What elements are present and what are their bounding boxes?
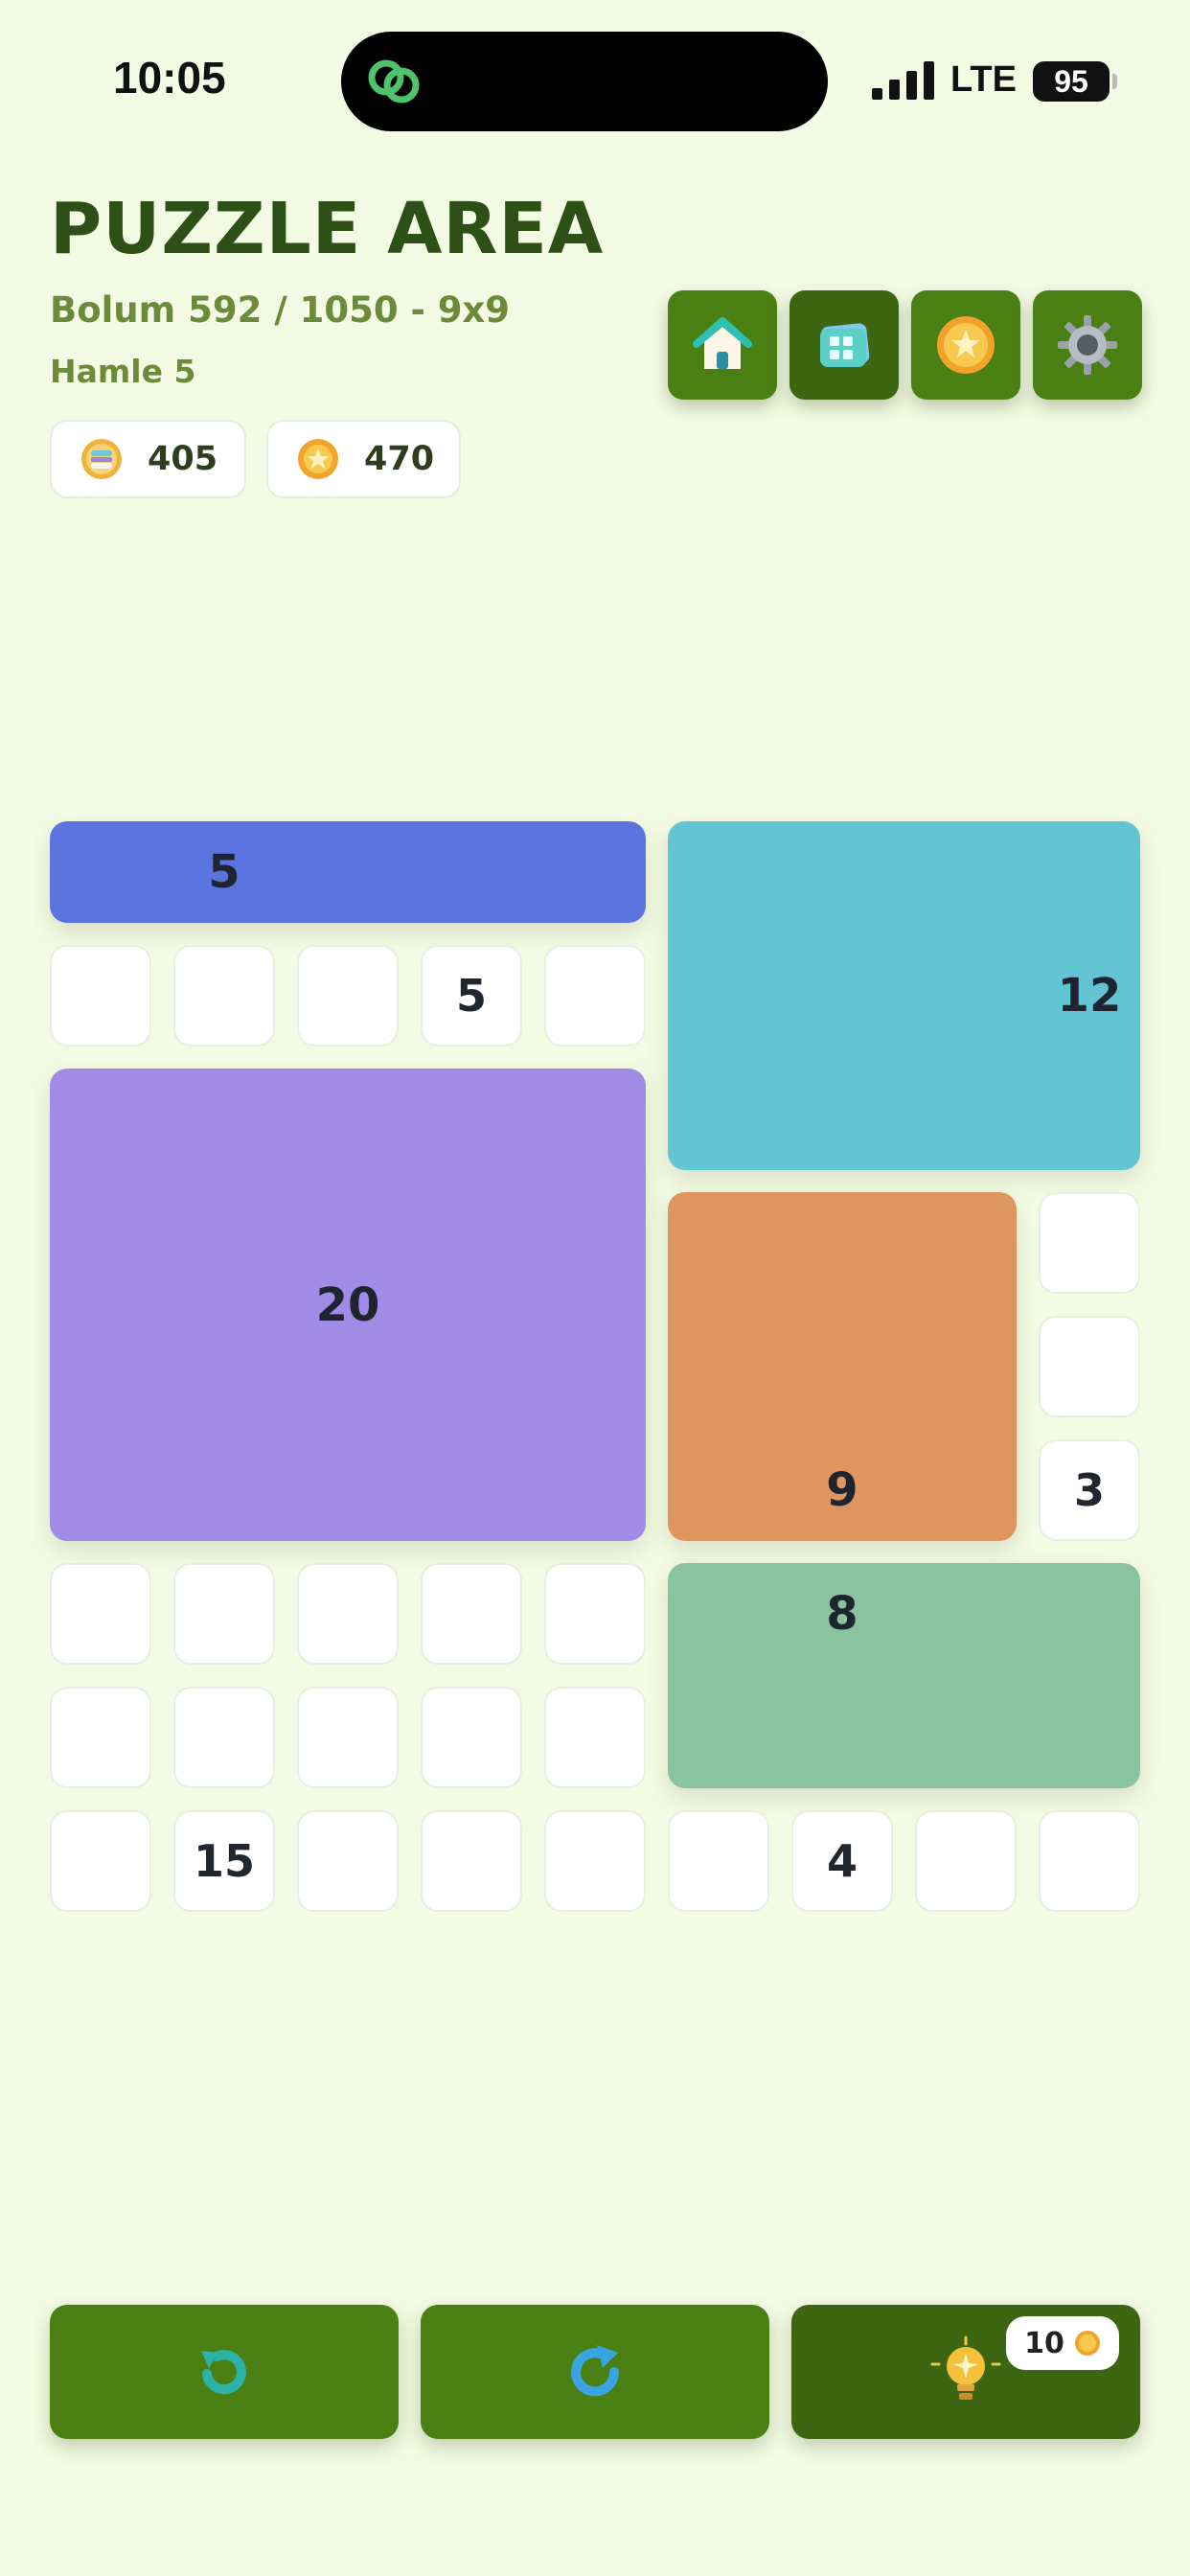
region-block[interactable]: 12 [668,821,1140,1170]
signal-icon [872,61,934,100]
network-type: LTE [950,59,1017,100]
gem-balance: 405 [50,420,246,498]
grid-cell[interactable] [421,1687,522,1788]
status-time: 10:05 [113,53,226,103]
grid-cell[interactable] [544,1810,646,1912]
level-grid-icon [820,323,870,367]
region-block-label: 12 [1057,969,1122,1023]
hint-button[interactable]: 10 [791,2305,1140,2439]
grid-cell[interactable] [544,945,646,1046]
region-block-label: 8 [826,1587,858,1641]
grid-cell[interactable] [1039,1810,1140,1912]
settings-button[interactable] [1033,290,1142,400]
region-block-label: 5 [208,845,240,899]
grid-cell[interactable] [50,945,151,1046]
hint-cost-badge: 10 [1006,2316,1119,2370]
restart-icon [571,2345,620,2397]
grid-cell[interactable] [297,945,399,1046]
grid-cell[interactable] [668,1810,769,1912]
clue-cell[interactable]: 15 [173,1810,275,1912]
grid-cell[interactable] [421,1563,522,1665]
battery-tip [1112,74,1117,89]
clue-cell[interactable]: 5 [421,945,522,1046]
grid-cell[interactable] [297,1810,399,1912]
grid-cell[interactable] [1039,1192,1140,1294]
hint-cost-value: 10 [1024,2326,1064,2360]
coin-balance-value: 470 [364,440,435,478]
grid-cell[interactable] [173,1687,275,1788]
undo-button[interactable] [50,2305,399,2439]
grid-cell[interactable] [421,1810,522,1912]
grid-cell[interactable] [173,945,275,1046]
coin-shop-button[interactable] [911,290,1020,400]
dynamic-island [341,32,828,131]
region-block[interactable]: 9 [668,1192,1017,1541]
grid-cell[interactable] [50,1810,151,1912]
grid-cell[interactable] [297,1687,399,1788]
levels-button[interactable] [790,290,899,400]
gold-coin-icon [1074,2331,1100,2356]
lightbulb-icon [930,2335,1001,2400]
gem-balance-value: 405 [148,440,218,478]
coin-shop-icon [937,316,995,374]
restart-button[interactable] [421,2305,769,2439]
undo-icon [201,2350,246,2395]
battery-indicator: 95 [1033,61,1110,102]
page-title: PUZZLE AREA [50,188,605,270]
clue-cell[interactable]: 3 [1039,1439,1140,1541]
grid-cell[interactable] [544,1563,646,1665]
region-block[interactable]: 8 [668,1563,1140,1788]
grid-cell[interactable] [544,1687,646,1788]
gem-coin-icon [81,439,122,479]
grid-cell[interactable] [1039,1316,1140,1417]
home-icon [693,317,752,369]
gold-coin-icon [298,439,338,479]
coin-balance: 470 [266,420,461,498]
grid-cell[interactable] [173,1563,275,1665]
grid-cell[interactable] [915,1810,1017,1912]
grid-cell[interactable] [50,1687,151,1788]
home-button[interactable] [668,290,777,400]
region-block[interactable]: 5 [50,821,646,923]
grid-cell[interactable] [297,1563,399,1665]
gear-icon [1058,315,1117,375]
region-block-label: 9 [826,1463,858,1517]
move-counter: Hamle 5 [50,353,196,390]
region-block[interactable]: 20 [50,1069,646,1541]
level-indicator: Bolum 592 / 1050 - 9x9 [50,289,511,331]
link-rings-icon [368,59,420,104]
clue-cell[interactable]: 4 [791,1810,893,1912]
region-block-label: 20 [315,1277,380,1332]
grid-cell[interactable] [50,1563,151,1665]
